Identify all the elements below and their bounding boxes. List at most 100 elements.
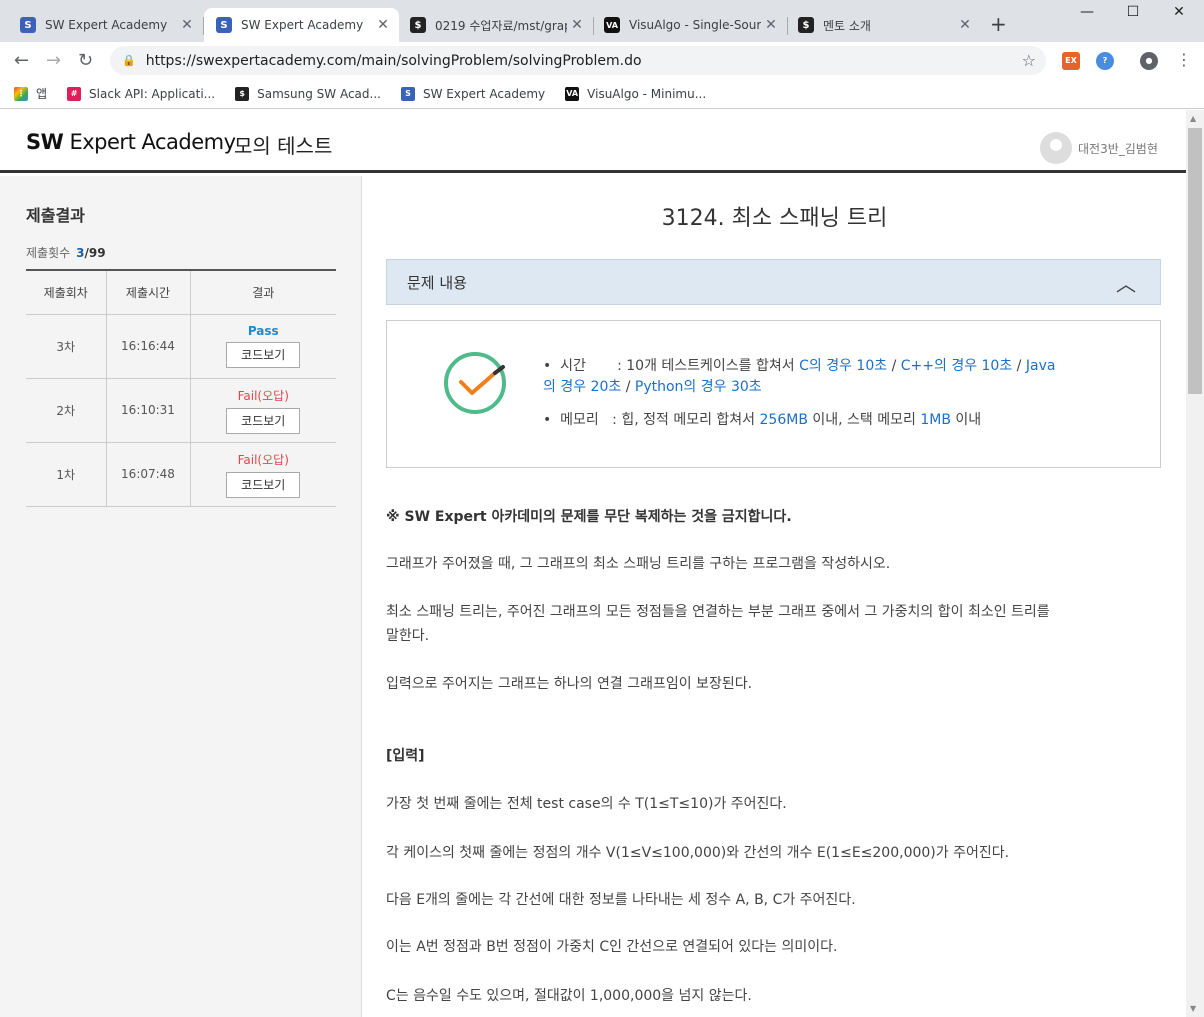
view-code-button[interactable]: 코드보기 bbox=[226, 471, 301, 498]
time-label: 시간 bbox=[560, 358, 586, 374]
apps-grid-icon: ⋮ bbox=[14, 86, 28, 101]
bullet: • bbox=[543, 412, 552, 428]
bookmarks-bar: ⋮ 앱 # Slack API: Applicati... $ Samsung … bbox=[0, 79, 1204, 109]
time-cell: 16:16:44 bbox=[105, 314, 190, 379]
logo-text: Expert Academy bbox=[69, 130, 236, 154]
problem-panel: 3124. 최소 스패닝 트리 문제 내용 ︿ • 시간 : 10개 테스트케이… bbox=[363, 176, 1186, 1017]
bookmark-apps[interactable]: ⋮ 앱 bbox=[14, 85, 47, 102]
input-line: C는 음수일 수도 있으며, 절대값이 1,000,000을 넘지 않는다. bbox=[386, 988, 752, 1004]
maximize-button[interactable]: ☐ bbox=[1110, 4, 1156, 28]
forward-button[interactable]: → bbox=[46, 50, 61, 71]
tab-title: 멘토 소개 bbox=[823, 18, 871, 33]
time-java: Java bbox=[1025, 358, 1056, 374]
problem-content-toggle[interactable]: 문제 내용 ︿ bbox=[386, 259, 1161, 305]
tab-title: 0219 수업자료/mst/grap bbox=[435, 18, 567, 33]
tab-title: SW Expert Academy bbox=[241, 18, 364, 32]
page-scrollbar[interactable]: ▲ ▼ bbox=[1186, 110, 1204, 1017]
bookmark-slack[interactable]: # Slack API: Applicati... bbox=[67, 86, 216, 101]
bookmark-samsung[interactable]: $ Samsung SW Acad... bbox=[235, 86, 381, 101]
tab-class-notes[interactable]: $ 0219 수업자료/mst/grap ✕ bbox=[398, 8, 594, 42]
input-line: 이는 A번 정점과 B번 정점이 가중치 C인 간선으로 연결되어 있다는 의미… bbox=[386, 939, 838, 955]
bookmark-label: 앱 bbox=[36, 87, 48, 101]
time-text: : 10개 테스트케이스를 합쳐서 bbox=[617, 358, 800, 374]
notion-icon: $ bbox=[410, 17, 426, 33]
menu-kebab-icon[interactable]: ⋮ bbox=[1176, 50, 1192, 69]
notion-icon: $ bbox=[798, 17, 814, 33]
new-tab-button[interactable]: + bbox=[990, 12, 1007, 36]
submission-count: 제출횟수 3/99 bbox=[26, 244, 106, 261]
sw-logo-icon: S bbox=[20, 17, 36, 33]
time-cpp: C++의 경우 10초 bbox=[900, 358, 1013, 374]
site-header: SW Expert Academy 모의 테스트 대전3반_김범현 bbox=[0, 110, 1186, 173]
time-cell: 16:10:31 bbox=[105, 378, 190, 443]
window-close-button[interactable]: ✕ bbox=[1156, 4, 1202, 28]
memory-heap: 256MB bbox=[759, 412, 808, 428]
user-profile[interactable]: 대전3반_김범현 bbox=[1040, 132, 1158, 164]
view-code-button[interactable]: 코드보기 bbox=[226, 342, 301, 368]
notion-icon: $ bbox=[235, 86, 250, 101]
input-line: 각 케이스의 첫째 줄에는 정점의 개수 V(1≤V≤100,000)와 간선의… bbox=[386, 845, 1010, 861]
count-total: /99 bbox=[84, 246, 106, 260]
view-code-button[interactable]: 코드보기 bbox=[226, 407, 301, 434]
close-icon[interactable]: ✕ bbox=[177, 17, 197, 33]
result-cell: Pass 코드보기 bbox=[189, 314, 336, 379]
table-row: 2차 16:10:31 Fail(오답) 코드보기 bbox=[26, 378, 336, 443]
result-fail: Fail(오답) bbox=[237, 388, 289, 403]
reload-button[interactable]: ↻ bbox=[78, 50, 93, 71]
close-icon[interactable]: ✕ bbox=[761, 17, 781, 33]
visualgo-icon: VA bbox=[565, 86, 580, 101]
submission-sidebar: 제출결과 제출횟수 3/99 제출회차 제출시간 결과 3차 16:16:44 P… bbox=[0, 176, 362, 1017]
profile-avatar-icon[interactable]: ● bbox=[1140, 52, 1158, 70]
bookmark-visualgo[interactable]: VA VisuAlgo - Minimu... bbox=[565, 86, 707, 101]
memory-stack: 1MB bbox=[920, 412, 951, 428]
time-java-2: 의 경우 20초 bbox=[543, 379, 622, 395]
tab-sw-expert-academy-active[interactable]: S SW Expert Academy ✕ bbox=[204, 8, 399, 42]
result-cell: Fail(오답) 코드보기 bbox=[189, 378, 336, 443]
result-fail: Fail(오답) bbox=[237, 452, 289, 467]
bookmark-label: Samsung SW Acad... bbox=[257, 86, 381, 101]
tab-visualgo[interactable]: VA VisuAlgo - Single-Sourc ✕ bbox=[592, 8, 788, 42]
copyright-notice: ※ SW Expert 아카데미의 문제를 무단 복제하는 것을 금지합니다. bbox=[386, 509, 792, 525]
minimize-button[interactable]: — bbox=[1064, 4, 1110, 28]
address-bar[interactable]: 🔒 https://swexpertacademy.com/main/solvi… bbox=[110, 46, 1046, 75]
page-content: SW Expert Academy 모의 테스트 대전3반_김범현 제출결과 제… bbox=[0, 110, 1186, 1017]
chevron-up-icon: ︿ bbox=[1116, 272, 1136, 296]
bookmark-label: Slack API: Applicati... bbox=[89, 86, 216, 101]
scroll-up-arrow-icon[interactable]: ▲ bbox=[1190, 114, 1196, 123]
close-icon[interactable]: ✕ bbox=[567, 17, 587, 33]
extension-ex-icon[interactable]: EX bbox=[1062, 52, 1080, 70]
column-header: 제출회차 bbox=[26, 269, 106, 315]
close-icon[interactable]: ✕ bbox=[373, 17, 393, 33]
close-icon[interactable]: ✕ bbox=[955, 17, 975, 33]
problem-title: 3124. 최소 스패닝 트리 bbox=[661, 206, 888, 231]
input-line: 다음 E개의 줄에는 각 간선에 대한 정보를 나타내는 세 정수 A, B, … bbox=[386, 892, 856, 908]
round-cell: 2차 bbox=[26, 378, 106, 443]
scrollbar-thumb[interactable] bbox=[1188, 128, 1202, 394]
scroll-down-arrow-icon[interactable]: ▼ bbox=[1190, 1004, 1196, 1013]
tab-strip: S SW Expert Academy ✕ S SW Expert Academ… bbox=[0, 0, 1204, 42]
sidebar-title: 제출결과 bbox=[26, 206, 85, 225]
logo-bold: SW bbox=[26, 130, 64, 154]
tab-title: SW Expert Academy bbox=[45, 18, 168, 32]
time-cell: 16:07:48 bbox=[105, 442, 190, 507]
column-header: 제출시간 bbox=[105, 269, 190, 315]
url-text: https://swexpertacademy.com/main/solving… bbox=[145, 52, 642, 69]
bookmark-label: VisuAlgo - Minimu... bbox=[587, 86, 707, 101]
back-button[interactable]: ← bbox=[14, 50, 29, 71]
input-line: 가장 첫 번째 줄에는 전체 test case의 수 T(1≤T≤10)가 주… bbox=[386, 796, 787, 812]
bookmark-sw-expert[interactable]: S SW Expert Academy bbox=[400, 86, 546, 101]
bookmark-star-icon[interactable]: ☆ bbox=[1022, 51, 1036, 70]
bookmark-label: SW Expert Academy bbox=[422, 86, 546, 101]
tab-mentor[interactable]: $ 멘토 소개 ✕ bbox=[786, 8, 981, 42]
paragraph: 말한다. bbox=[386, 628, 430, 644]
column-header: 결과 bbox=[189, 269, 336, 315]
memory-limit-row: • 메모리 : 힙, 정적 메모리 합쳐서 256MB 이내, 스택 메모리 1… bbox=[543, 410, 981, 431]
table-row: 1차 16:07:48 Fail(오답) 코드보기 bbox=[26, 442, 336, 507]
tab-sw-expert-academy-1[interactable]: S SW Expert Academy ✕ bbox=[8, 8, 204, 42]
site-logo[interactable]: SW Expert Academy bbox=[26, 130, 236, 154]
time-c: C의 경우 10초 bbox=[799, 358, 888, 374]
time-python: Python의 경우 30초 bbox=[634, 379, 762, 395]
limits-box: • 시간 : 10개 테스트케이스를 합쳐서 C의 경우 10초 / C++의 … bbox=[386, 320, 1161, 468]
extension-globe-icon[interactable]: ? bbox=[1096, 52, 1114, 70]
table-row: 3차 16:16:44 Pass 코드보기 bbox=[26, 314, 336, 379]
